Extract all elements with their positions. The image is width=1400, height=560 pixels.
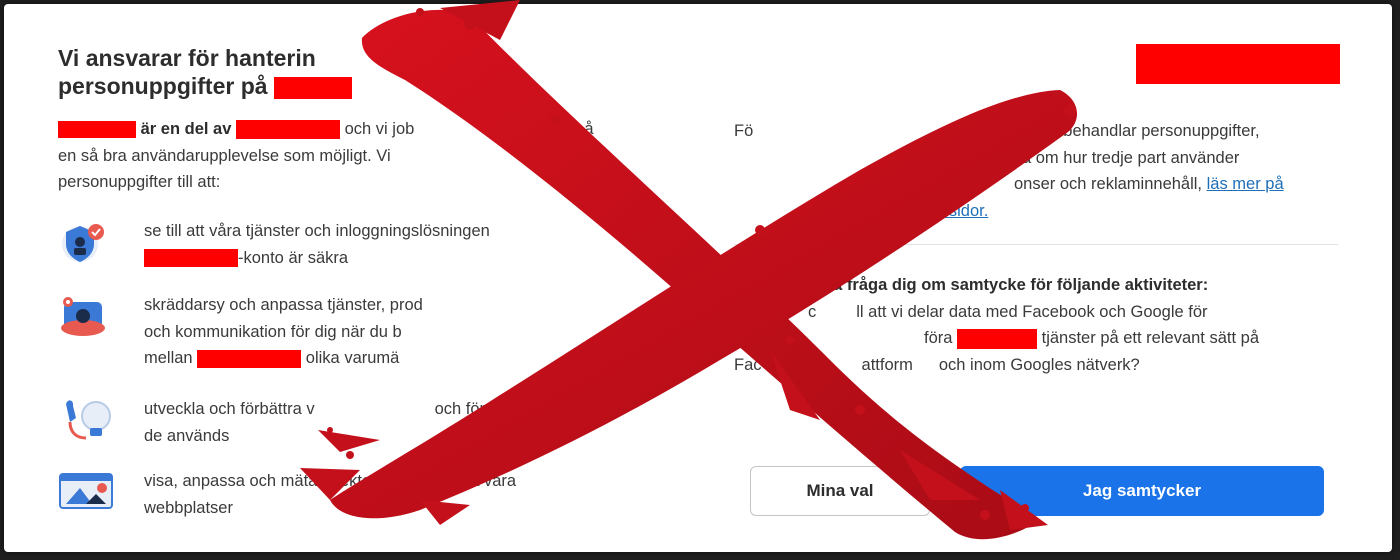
screenshot-stage: Vi ansvarar för hanterin personuppgifter… [0,0,1400,560]
privacy-info-text: Fö behandlar personuppgifter, a om hur tr… [734,118,1334,224]
consent-line4-start: Fac [734,355,762,374]
consent-question: så fråga dig om samtycke för följande ak… [734,272,1338,378]
redacted-company-services [957,328,1038,349]
purpose-security-line2: -konto är säkra [238,248,349,267]
redacted-logo [1136,44,1340,84]
purpose-item-advertising: visa, anpassa och mäta effekten av rekla… [56,468,676,558]
dialog-title: Vi ansvarar för hanterin personuppgifter… [58,44,618,100]
redacted-parent-company [236,120,340,140]
privacy-line2-end: a om hur tredje part använder [1022,148,1240,167]
redacted-brand-count [197,349,302,368]
purpose-item-personalize: skräddarsy och anpassa tjänster, prod oc… [56,292,676,382]
purpose-improve-line1-tail: och förstå hur [434,400,536,418]
purpose-improve-line1: utveckla och förbättra v [144,400,315,418]
consent-dialog: Vi ansvarar för hanterin personuppgifter… [4,4,1392,552]
improve-lightbulb-icon [66,400,111,440]
intro-part3: å [584,120,594,138]
consent-line2-end: ll att vi delar data med Facebook och Go… [856,302,1208,321]
dialog-title-line2: personuppgifter på [58,73,268,99]
privacy-pages-link[interactable]: yddssidor. [914,202,988,220]
intro-line3: personuppgifter till att: [58,173,221,191]
redacted-account-brand [144,249,238,268]
purpose-text-security: se till att våra tjänster och inloggning… [144,218,664,271]
privacy-line1-start: Fö [734,122,754,140]
privacy-line3-end: onser och reklaminnehåll, [1014,175,1203,193]
privacy-read-more-link[interactable]: läs mer på [1207,175,1284,193]
purpose-improve-line2: de används [144,426,230,445]
purpose-text-improve: utveckla och förbättra v och förstå hur d… [144,396,664,449]
purpose-personalize-line2: och kommunikation för dig när du b [144,322,402,341]
purpose-personalize-line3a: mellan [144,349,193,367]
consent-line2-start: c [808,302,817,321]
redacted-brand [273,76,352,99]
redacted-company [58,121,136,139]
intro-line2: en så bra användarupplevelse som möjligt… [58,146,391,165]
personalize-chat-icon [61,297,105,336]
purpose-text-personalize: skräddarsy och anpassa tjänster, prod oc… [144,292,664,372]
dialog-title-line1: Vi ansvarar för hanterin [58,45,316,71]
consent-line4-end: och inom Googles nätverk? [938,355,1140,374]
purpose-advertising-line1: visa, anpassa och mäta effekten av rekla… [144,472,517,490]
my-choices-button[interactable]: Mina val [750,466,930,516]
consent-line4-mid: attform [861,355,913,374]
consent-line3-mid: föra [924,329,953,347]
purpose-advertising-line2: webbplatser [144,498,233,517]
consent-question-heading: så fråga dig om samtycke för följande ak… [824,276,1209,294]
purpose-text-advertising: visa, anpassa och mäta effekten av rekla… [144,468,664,521]
security-shield-icon [62,224,104,262]
intro-paragraph: är en del av och vi job å en så bra använ… [58,116,668,196]
section-divider [734,244,1338,245]
purpose-security-line1: se till att våra tjänster och inloggning… [144,222,490,240]
privacy-line1-end: behandlar personuppgifter, [1063,122,1260,140]
intro-part2: och vi job [344,120,415,138]
intro-part1: är en del av [140,120,232,138]
purpose-personalize-line3b: olika varumä [305,349,400,367]
consent-line3-end: tjänster på ett relevant sätt på [1041,329,1260,347]
advertising-screen-icon [59,473,113,509]
purpose-personalize-line1: skräddarsy och anpassa tjänster, prod [144,296,423,314]
accept-button[interactable]: Jag samtycker [960,466,1324,516]
